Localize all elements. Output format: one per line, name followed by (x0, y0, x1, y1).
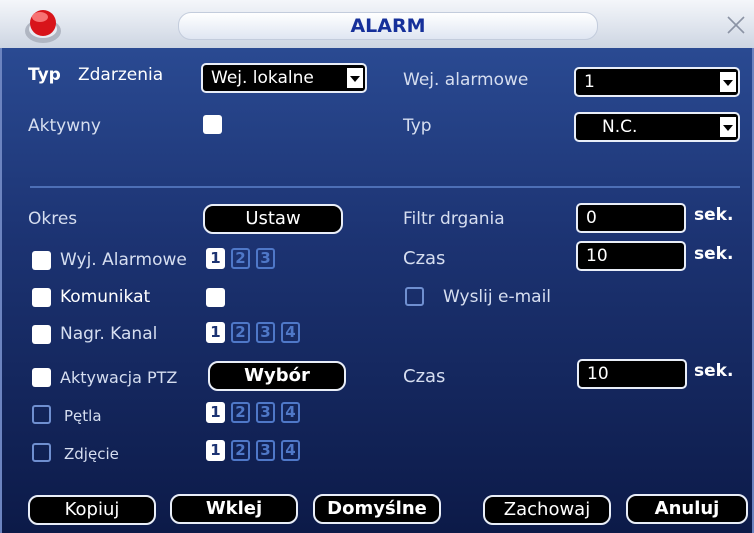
aktywacja-ptz-checkbox[interactable] (32, 368, 51, 387)
close-icon[interactable] (724, 13, 748, 37)
wyj-alarmowe-channels: 1 2 3 (206, 248, 300, 269)
zachowaj-button[interactable]: Zachowaj (483, 495, 611, 525)
wej-alarmowe-label: Wej. alarmowe (403, 70, 529, 90)
wyj-alarmowe-label: Wyj. Alarmowe (60, 250, 187, 270)
anuluj-button[interactable]: Anuluj (626, 494, 748, 524)
czas2-input[interactable]: 10 (577, 359, 687, 389)
channel-button[interactable]: 4 (281, 440, 300, 461)
wyj-alarmowe-checkbox[interactable] (32, 251, 51, 270)
komunikat-check[interactable] (206, 288, 225, 307)
filtr-unit: sek. (694, 205, 734, 225)
wyslij-email-label: Wyslij e-mail (443, 287, 552, 307)
channel-button[interactable]: 3 (256, 248, 275, 269)
channel-button[interactable]: 1 (206, 248, 225, 269)
typ2-value: N.C. (602, 117, 638, 137)
chevron-down-icon (347, 68, 363, 88)
chevron-down-icon (720, 117, 736, 137)
wybor-button[interactable]: Wybór (208, 361, 346, 391)
filtr-drgania-label: Filtr drgania (403, 209, 505, 229)
channel-button[interactable]: 4 (281, 402, 300, 423)
alarm-dialog: ALARM Typ Zdarzenia Wej. lokalne Aktywny… (0, 0, 754, 533)
wej-alarmowe-dropdown[interactable]: 1 (574, 67, 740, 97)
aktywny-label: Aktywny (28, 116, 101, 136)
czas2-value: 10 (587, 364, 609, 384)
czas2-unit: sek. (694, 361, 734, 381)
channel-button[interactable]: 2 (231, 440, 250, 461)
channel-button[interactable]: 3 (256, 322, 275, 343)
wyslij-email-checkbox[interactable] (405, 287, 424, 306)
zdjecie-label: Zdjęcie (64, 445, 119, 463)
red-orb-logo-icon (25, 10, 61, 43)
ustaw-button[interactable]: Ustaw (203, 204, 343, 234)
filtr-drgania-input[interactable]: 0 (576, 203, 686, 233)
komunikat-checkbox[interactable] (32, 288, 51, 307)
zdjecie-channels: 1 2 3 4 (206, 440, 326, 461)
zdarzenia-value: Wej. lokalne (211, 68, 314, 88)
channel-button[interactable]: 1 (206, 440, 225, 461)
channel-button[interactable]: 2 (231, 322, 250, 343)
zdarzenia-dropdown[interactable]: Wej. lokalne (201, 63, 367, 93)
czas1-label: Czas (403, 248, 446, 269)
title-bar: ALARM (0, 0, 754, 49)
channel-button[interactable]: 2 (231, 248, 250, 269)
nagr-kanal-label: Nagr. Kanal (60, 324, 158, 344)
typ2-label: Typ (403, 116, 432, 136)
typ2-dropdown[interactable]: N.C. (574, 112, 740, 142)
czas1-unit: sek. (694, 244, 734, 264)
nagr-kanal-checkbox[interactable] (32, 325, 51, 344)
filtr-drgania-value: 0 (586, 208, 597, 228)
wej-alarmowe-value: 1 (584, 72, 595, 92)
petla-channels: 1 2 3 4 (206, 402, 326, 423)
czas1-value: 10 (586, 246, 608, 266)
section-divider (30, 186, 740, 188)
aktywacja-ptz-label: Aktywacja PTZ (60, 368, 178, 387)
channel-button[interactable]: 3 (256, 402, 275, 423)
wklej-button[interactable]: Wklej (170, 494, 298, 524)
channel-button[interactable]: 1 (206, 322, 225, 343)
czas2-label: Czas (403, 366, 446, 387)
kopiuj-button[interactable]: Kopiuj (28, 495, 156, 525)
typ-label: Typ (28, 65, 61, 85)
chevron-down-icon (720, 72, 736, 92)
petla-label: Pętla (64, 407, 102, 425)
petla-checkbox[interactable] (32, 405, 51, 424)
aktywny-checkbox[interactable] (203, 115, 222, 134)
nagr-kanal-channels: 1 2 3 4 (206, 322, 326, 343)
domyslne-button[interactable]: Domyślne (313, 494, 441, 524)
channel-button[interactable]: 2 (231, 402, 250, 423)
czas1-input[interactable]: 10 (576, 241, 686, 271)
okres-label: Okres (28, 209, 78, 229)
komunikat-label: Komunikat (60, 287, 151, 307)
zdjecie-checkbox[interactable] (32, 443, 51, 462)
channel-button[interactable]: 3 (256, 440, 275, 461)
zdarzenia-label: Zdarzenia (78, 65, 164, 85)
window-title: ALARM (350, 15, 426, 37)
dialog-content: Typ Zdarzenia Wej. lokalne Aktywny Wej. … (0, 48, 754, 533)
channel-button[interactable]: 1 (206, 402, 225, 423)
channel-button[interactable]: 4 (281, 322, 300, 343)
